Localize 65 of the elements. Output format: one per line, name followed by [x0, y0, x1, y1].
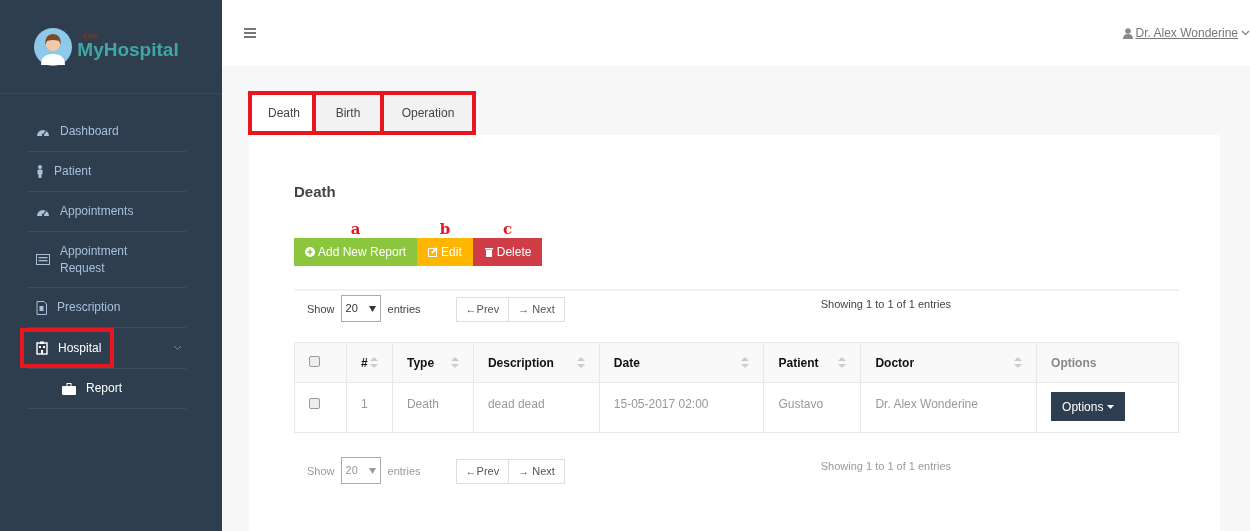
sidebar-item[interactable]: Appointments: [28, 192, 186, 232]
briefcase-icon: [62, 382, 76, 395]
column-header[interactable]: Doctor: [875, 353, 915, 372]
table-cell: Dr. Alex Wonderine: [875, 397, 978, 411]
caret-icon: [368, 467, 376, 474]
entries-info: Showing 1 to 1 of 1 entries: [820, 297, 951, 312]
table-cell: Gustavo: [778, 397, 824, 411]
sidebar-item[interactable]: Prescription: [28, 288, 186, 328]
menu-icon[interactable]: [244, 28, 256, 38]
sort-icon[interactable]: [741, 357, 750, 368]
sort-icon[interactable]: [369, 357, 378, 368]
chevron-icon[interactable]: [173, 345, 182, 351]
tab[interactable]: Operation: [384, 95, 472, 131]
table-cell: Death: [406, 397, 439, 411]
tab[interactable]: Birth: [316, 95, 380, 131]
action-button[interactable]: Delete: [472, 238, 543, 266]
trash-icon: [483, 247, 494, 257]
sidebar-item[interactable]: Hospital: [20, 328, 114, 368]
label: Show: [307, 464, 335, 479]
prev-button[interactable]: ←Prev: [455, 459, 510, 484]
chevron-icon: [1241, 30, 1250, 36]
options-button[interactable]: Options: [1051, 392, 1125, 421]
sort-icon[interactable]: [450, 357, 459, 368]
column-header[interactable]: Patient: [778, 353, 819, 372]
table-cell: 1: [360, 397, 368, 411]
checkbox[interactable]: [309, 398, 320, 409]
column-header[interactable]: Type: [406, 353, 435, 372]
user-menu[interactable]: Dr. Alex Wonderine: [1122, 24, 1250, 42]
label: entries: [387, 302, 421, 317]
entries-info: Showing 1 to 1 of 1 entries: [820, 459, 951, 474]
panel-title: Death: [294, 183, 337, 201]
sidebar-item[interactable]: Appointment Request: [28, 232, 186, 288]
annotation-label: b: [438, 222, 452, 237]
checkbox[interactable]: [309, 356, 320, 367]
column-header: Options: [1051, 354, 1097, 372]
list-icon: [36, 254, 50, 265]
user-icon: [1122, 27, 1133, 39]
document-icon: [36, 300, 47, 315]
person-icon: [36, 165, 44, 178]
sort-icon[interactable]: [838, 357, 847, 368]
page-size-select[interactable]: 20: [340, 295, 381, 322]
sidebar-item[interactable]: Dashboard: [28, 112, 186, 152]
prev-button[interactable]: ←Prev: [455, 297, 510, 322]
annotation-label: c: [502, 222, 514, 237]
plus-circle-icon: [305, 247, 315, 257]
annotation-label: a: [349, 222, 362, 237]
table-cell: dead dead: [487, 397, 545, 411]
sidebar-item[interactable]: Report: [28, 369, 186, 409]
table-cell: 15-05-2017 02:00: [613, 397, 709, 411]
tab[interactable]: Death: [252, 95, 312, 131]
building-icon: [36, 341, 48, 355]
sort-icon[interactable]: [1014, 357, 1023, 368]
sort-icon[interactable]: [576, 357, 585, 368]
edit-icon: [428, 247, 439, 257]
next-button[interactable]: → Next: [509, 459, 565, 484]
caret-icon: [1106, 405, 1114, 410]
brand-name: MyHospital: [77, 38, 179, 60]
column-header[interactable]: Date: [613, 353, 640, 372]
next-button[interactable]: → Next: [509, 297, 565, 322]
sidebar-item[interactable]: Patient: [28, 152, 186, 192]
label: entries: [387, 464, 421, 479]
doctor-avatar-icon: [33, 26, 74, 67]
caret-icon: [368, 305, 376, 312]
column-header[interactable]: #: [360, 353, 368, 372]
label: Show: [307, 302, 335, 317]
